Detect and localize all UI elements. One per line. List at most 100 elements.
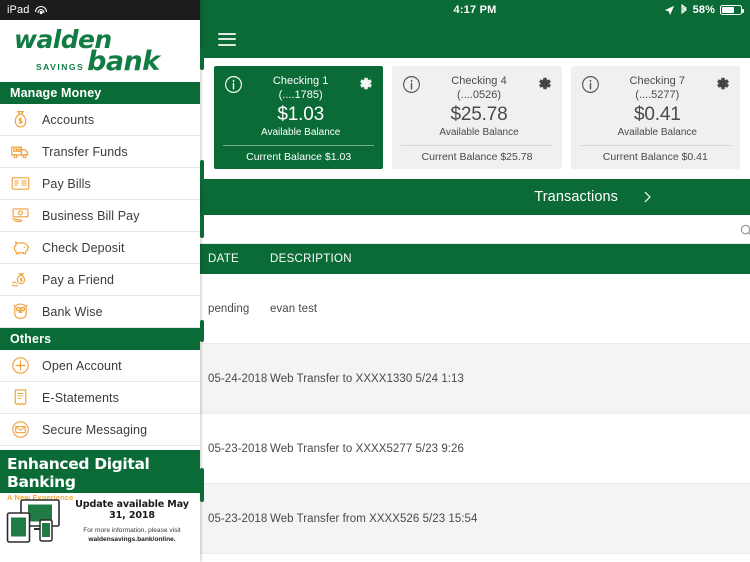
gear-icon[interactable] — [536, 75, 553, 92]
promo-body-prefix: For more information, please visit — [83, 526, 181, 534]
account-card-checking-4[interactable]: Checking 4 (....0526) $25.78 Available B… — [392, 66, 562, 169]
transactions-label: Transactions — [534, 189, 618, 205]
scroll-indicator[interactable] — [200, 212, 204, 238]
invoice-icon — [11, 177, 30, 190]
sidebar-item-label: E-Statements — [42, 390, 119, 405]
account-mask: (....0526) — [456, 89, 501, 101]
hand-money-bag-icon — [11, 273, 26, 287]
sidebar-menu: Manage Money Accounts Transfer Funds Pay… — [0, 82, 200, 450]
money-bag-icon — [14, 111, 27, 128]
transaction-description: Web Transfer to XXXX1330 5/24 1:13 — [270, 372, 464, 385]
status-device-label: iPad — [7, 4, 30, 16]
table-row[interactable]: 05-23-2018 Web Transfer to XXXX5277 5/23… — [200, 414, 750, 484]
sidebar-item-check-deposit[interactable]: Check Deposit — [0, 232, 200, 264]
available-balance-label: Available Balance — [261, 127, 341, 138]
transactions-list[interactable]: pending evan test 05-24-2018 Web Transfe… — [200, 274, 750, 562]
ios-status-bar-right: 4:17 PM 58% — [200, 0, 750, 20]
sidebar-item-label: Open Account — [42, 358, 122, 373]
info-circle-icon[interactable] — [223, 74, 244, 95]
sidebar-section-others: Others — [0, 328, 200, 350]
sidebar-item-business-bill-pay[interactable]: Business Bill Pay — [0, 200, 200, 232]
sidebar-item-bank-wise[interactable]: Bank Wise — [0, 296, 200, 328]
sidebar-item-open-account[interactable]: Open Account — [0, 350, 200, 382]
plus-circle-icon — [12, 357, 29, 374]
scroll-indicator[interactable] — [200, 160, 204, 186]
available-balance-label: Available Balance — [617, 127, 697, 138]
devices-illustration-icon — [6, 499, 60, 543]
current-balance-label: Current Balance $1.03 — [223, 145, 375, 169]
hand-cash-icon — [11, 208, 29, 223]
transaction-date: pending — [208, 302, 250, 315]
piggy-bank-icon — [13, 241, 30, 255]
info-circle-icon[interactable] — [401, 74, 422, 95]
battery-percentage: 58% — [692, 4, 715, 16]
card-summary: Checking 1 (....1785) $1.03 Available Ba… — [248, 74, 353, 139]
scroll-indicator[interactable] — [200, 468, 204, 502]
card-header: Checking 1 (....1785) $1.03 Available Ba… — [223, 74, 374, 139]
location-arrow-icon — [664, 5, 674, 15]
sidebar-item-secure-messaging[interactable]: Secure Messaging — [0, 414, 200, 446]
logo-word-savings: SAVINGS — [36, 62, 85, 72]
sidebar-item-transfer-funds[interactable]: Transfer Funds — [0, 136, 200, 168]
account-mask: (....1785) — [278, 89, 323, 101]
chevron-right-icon — [644, 191, 651, 203]
account-card-checking-1[interactable]: Checking 1 (....1785) $1.03 Available Ba… — [214, 66, 384, 169]
sidebar-item-pay-a-friend[interactable]: Pay a Friend — [0, 264, 200, 296]
promo-body: Update available May 31, 2018 For more i… — [0, 493, 200, 544]
main-content: 4:17 PM 58% Checking 1 (....1785) $1.03 … — [200, 0, 750, 562]
sidebar-item-label: Bank Wise — [42, 304, 103, 319]
promo-banner[interactable]: Enhanced Digital Banking A New Experienc… — [0, 450, 200, 562]
gear-icon[interactable] — [357, 75, 374, 92]
account-card-checking-7[interactable]: Checking 7 (....5277) $0.41 Available Ba… — [570, 66, 740, 169]
sidebar-section-manage-money: Manage Money — [0, 82, 200, 104]
promo-body-text: For more information, please visit walde… — [68, 526, 196, 544]
bluetooth-icon — [681, 4, 687, 15]
card-header: Checking 4 (....0526) $25.78 Available B… — [401, 74, 552, 139]
sidebar-item-label: Pay Bills — [42, 176, 91, 191]
scroll-indicator[interactable] — [200, 320, 204, 342]
envelope-circle-icon — [12, 421, 29, 438]
sidebar-item-pay-bills[interactable]: Pay Bills — [0, 168, 200, 200]
owl-icon — [13, 303, 28, 320]
wifi-icon — [34, 5, 47, 15]
account-name: Checking 4 — [451, 75, 507, 87]
promo-headline: Update available May 31, 2018 — [75, 498, 189, 521]
hamburger-menu-icon[interactable] — [218, 32, 236, 46]
info-circle-icon[interactable] — [580, 74, 601, 95]
status-indicators: 58% — [664, 4, 745, 16]
transactions-table-header: DATE DESCRIPTION — [200, 244, 750, 274]
brand-logo: walden SAVINGS bank — [0, 20, 200, 82]
battery-icon — [720, 5, 745, 15]
card-summary: Checking 7 (....5277) $0.41 Available Ba… — [605, 74, 710, 139]
search-strip — [200, 215, 750, 244]
column-header-description: DESCRIPTION — [270, 253, 352, 265]
table-row[interactable]: 05-24-2018 Web Transfer to XXXX1330 5/24… — [200, 344, 750, 414]
column-header-date: DATE — [208, 253, 240, 265]
transaction-date: 05-23-2018 — [208, 442, 268, 455]
search-icon[interactable] — [739, 223, 750, 238]
scroll-indicator[interactable] — [200, 48, 204, 70]
available-balance-label: Available Balance — [439, 127, 519, 138]
table-row[interactable]: pending evan test — [200, 274, 750, 344]
transaction-description: Web Transfer to XXXX5277 5/23 9:26 — [270, 442, 464, 455]
account-mask: (....5277) — [635, 89, 680, 101]
sidebar-item-label: Transfer Funds — [42, 144, 128, 159]
sidebar-item-label: Business Bill Pay — [42, 208, 140, 223]
table-row[interactable]: 05-23-2018 Web Transfer from XXXX526 5/2… — [200, 484, 750, 554]
sidebar-item-label: Accounts — [42, 112, 95, 127]
promo-header: Enhanced Digital Banking A New Experienc… — [0, 450, 200, 502]
account-name: Checking 7 — [629, 75, 686, 87]
ios-status-bar-left: iPad — [0, 0, 200, 20]
transactions-bar[interactable]: Transactions — [200, 179, 750, 215]
gear-icon[interactable] — [714, 75, 731, 92]
top-navbar — [200, 20, 750, 58]
promo-url[interactable]: waldensavings.bank/online. — [88, 536, 175, 543]
sidebar-item-accounts[interactable]: Accounts — [0, 104, 200, 136]
available-balance-amount: $0.41 — [634, 104, 681, 125]
transaction-date: 05-24-2018 — [208, 372, 268, 385]
transaction-description: evan test — [270, 302, 318, 315]
sidebar-item-e-statements[interactable]: E-Statements — [0, 382, 200, 414]
current-balance-label: Current Balance $25.78 — [401, 145, 553, 169]
current-balance-label: Current Balance $0.41 — [579, 145, 731, 169]
card-header: Checking 7 (....5277) $0.41 Available Ba… — [580, 74, 731, 139]
